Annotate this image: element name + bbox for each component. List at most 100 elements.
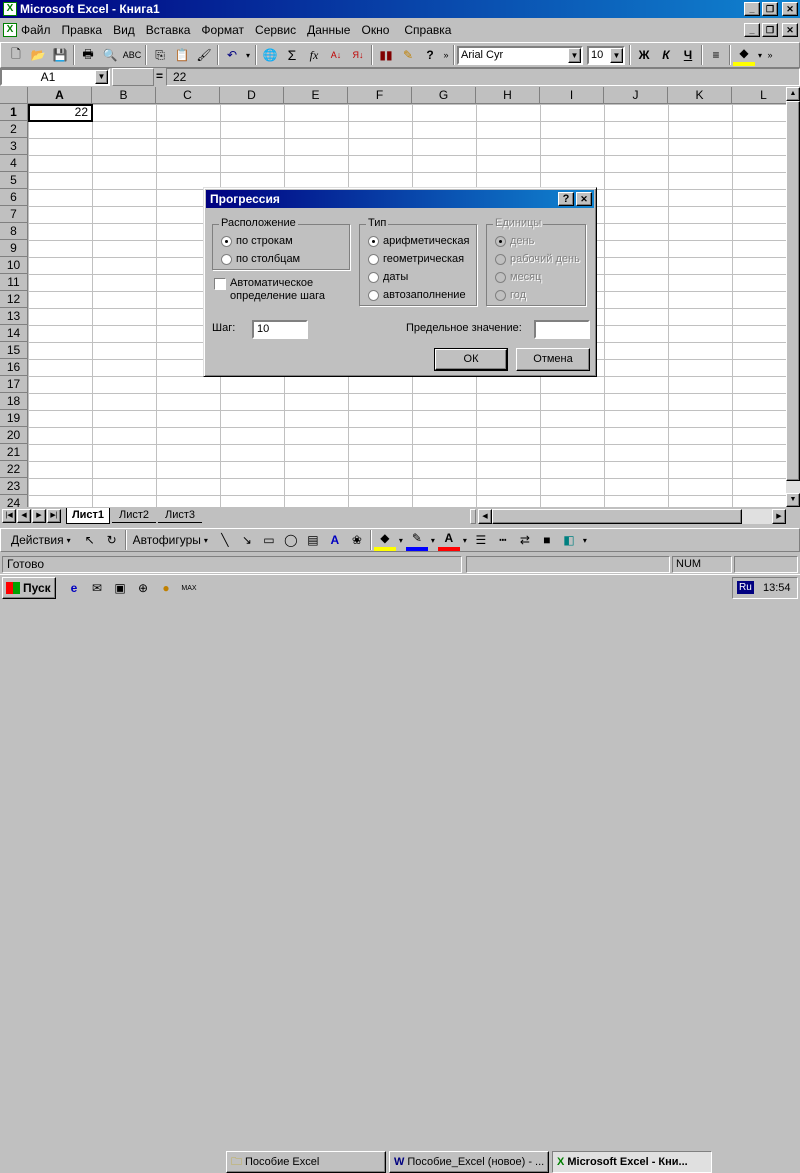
task-excel-active[interactable]: X Microsoft Excel - Кни... bbox=[552, 1151, 712, 1173]
outlook-icon[interactable]: ✉ bbox=[87, 579, 107, 597]
undo-dropdown-icon[interactable]: ▾ bbox=[243, 44, 253, 66]
align-left-icon[interactable]: ≡ bbox=[705, 44, 727, 66]
row-header-20[interactable]: 20 bbox=[0, 427, 28, 444]
chevron-down-icon[interactable]: ▼ bbox=[95, 70, 108, 84]
geometric-option[interactable]: геометрическая bbox=[368, 253, 464, 265]
sheet-tab-3[interactable]: Лист3 bbox=[158, 508, 202, 523]
media-icon[interactable]: ● bbox=[156, 579, 176, 597]
row-header-16[interactable]: 16 bbox=[0, 359, 28, 376]
column-header-d[interactable]: D bbox=[220, 87, 284, 104]
row-header-9[interactable]: 9 bbox=[0, 240, 28, 257]
ok-button-face[interactable]: ОК bbox=[435, 349, 507, 370]
doc-minimize-icon[interactable]: _ bbox=[744, 23, 760, 37]
print-preview-icon[interactable]: 🔍 bbox=[99, 44, 121, 66]
chevron-down-icon[interactable]: ▾ bbox=[396, 529, 406, 551]
bold-button[interactable]: Ж bbox=[633, 44, 655, 66]
select-all-corner[interactable] bbox=[0, 87, 28, 104]
last-sheet-icon[interactable]: ▶| bbox=[47, 509, 61, 523]
open-icon[interactable]: 📂 bbox=[27, 44, 49, 66]
radio-unchecked[interactable] bbox=[368, 289, 379, 301]
horizontal-scrollbar[interactable]: ◀ ▶ bbox=[478, 509, 786, 524]
underline-button[interactable]: Ч bbox=[677, 44, 699, 66]
actions-menu[interactable]: Действия bbox=[11, 533, 64, 547]
arithmetic-option[interactable]: арифметическая bbox=[368, 235, 469, 247]
row-header-18[interactable]: 18 bbox=[0, 393, 28, 410]
format-painter-icon[interactable]: 🖌 bbox=[193, 44, 215, 66]
print-icon[interactable]: 🖶 bbox=[77, 44, 99, 66]
clipart-icon[interactable]: ❀ bbox=[346, 529, 368, 551]
cancel-button[interactable]: Отмена bbox=[516, 348, 590, 371]
row-header-7[interactable]: 7 bbox=[0, 206, 28, 223]
new-icon[interactable]: 🗋 bbox=[5, 44, 27, 66]
desktop-icon[interactable]: ▣ bbox=[110, 579, 130, 597]
row-header-21[interactable]: 21 bbox=[0, 444, 28, 461]
chevron-down-icon[interactable]: ▾ bbox=[67, 536, 71, 545]
oval-icon[interactable]: ◯ bbox=[280, 529, 302, 551]
dash-style-icon[interactable]: ┅ bbox=[492, 529, 514, 551]
column-header-i[interactable]: I bbox=[540, 87, 604, 104]
fill-color-dropdown-icon[interactable]: ▾ bbox=[755, 44, 765, 66]
save-icon[interactable]: 💾 bbox=[49, 44, 71, 66]
row-header-8[interactable]: 8 bbox=[0, 223, 28, 240]
active-cell-a1[interactable]: 22 bbox=[28, 104, 93, 122]
fill-color-icon[interactable]: ◆ bbox=[373, 529, 396, 551]
scroll-right-icon[interactable]: ▶ bbox=[772, 509, 786, 524]
menu-format[interactable]: Формат bbox=[201, 23, 244, 37]
next-sheet-icon[interactable]: ▶ bbox=[32, 509, 46, 523]
font-name-select[interactable]: Arial Cyr ▼ bbox=[457, 45, 583, 65]
column-header-f[interactable]: F bbox=[348, 87, 412, 104]
auto-step-label[interactable]: Автоматическое определение шага bbox=[230, 277, 325, 303]
task-folder[interactable]: 🗀 Пособие Excel bbox=[226, 1151, 386, 1173]
row-header-5[interactable]: 5 bbox=[0, 172, 28, 189]
chevron-down-icon[interactable]: ▾ bbox=[204, 536, 208, 545]
hyperlink-icon[interactable]: 🌐 bbox=[259, 44, 281, 66]
dialog-title-bar[interactable]: Прогрессия ? ✕ bbox=[206, 190, 594, 208]
clock[interactable]: 13:54 bbox=[763, 582, 791, 594]
row-header-6[interactable]: 6 bbox=[0, 189, 28, 206]
row-header-1[interactable]: 1 bbox=[0, 104, 28, 121]
task-word[interactable]: W Пособие_Excel (новое) - ... bbox=[389, 1151, 549, 1173]
shadow-icon[interactable]: ■ bbox=[536, 529, 558, 551]
radio-unchecked[interactable] bbox=[221, 253, 232, 265]
chevron-down-icon[interactable]: ▼ bbox=[568, 47, 581, 63]
equals-button[interactable]: = bbox=[156, 69, 166, 83]
paste-icon[interactable]: 📋 bbox=[171, 44, 193, 66]
radio-unchecked[interactable] bbox=[368, 271, 379, 283]
auto-step-checkbox[interactable] bbox=[214, 278, 226, 290]
line-color-icon[interactable]: ✎ bbox=[405, 529, 428, 551]
more-buttons-icon[interactable]: » bbox=[441, 44, 451, 66]
row-header-17[interactable]: 17 bbox=[0, 376, 28, 393]
language-indicator[interactable]: Ru bbox=[737, 581, 754, 594]
scroll-thumb-h[interactable] bbox=[492, 509, 742, 524]
scroll-thumb[interactable] bbox=[786, 101, 800, 481]
menu-edit[interactable]: Правка bbox=[62, 23, 103, 37]
ie-icon[interactable]: e bbox=[64, 579, 84, 597]
ok-button[interactable]: ОК bbox=[434, 348, 508, 371]
line-icon[interactable]: ╲ bbox=[214, 529, 236, 551]
chevron-down-icon[interactable]: ▾ bbox=[460, 529, 470, 551]
row-header-14[interactable]: 14 bbox=[0, 325, 28, 342]
radio-checked[interactable] bbox=[368, 235, 379, 247]
first-sheet-icon[interactable]: |◀ bbox=[2, 509, 16, 523]
3d-icon[interactable]: ◧ bbox=[558, 529, 580, 551]
row-header-15[interactable]: 15 bbox=[0, 342, 28, 359]
row-header-12[interactable]: 12 bbox=[0, 291, 28, 308]
function-icon[interactable]: fx bbox=[303, 44, 325, 66]
row-header-13[interactable]: 13 bbox=[0, 308, 28, 325]
autoshapes-menu[interactable]: Автофигуры bbox=[133, 533, 201, 547]
prev-sheet-icon[interactable]: ◀ bbox=[17, 509, 31, 523]
row-header-23[interactable]: 23 bbox=[0, 478, 28, 495]
restore-icon[interactable]: ❐ bbox=[762, 2, 778, 16]
column-header-k[interactable]: K bbox=[668, 87, 732, 104]
column-header-l[interactable]: L bbox=[732, 87, 786, 104]
undo-icon[interactable]: ↶ bbox=[221, 44, 243, 66]
row-header-2[interactable]: 2 bbox=[0, 121, 28, 138]
italic-button[interactable]: К bbox=[655, 44, 677, 66]
chart-wizard-icon[interactable]: ▮▮ bbox=[375, 44, 397, 66]
column-header-a[interactable]: A bbox=[28, 87, 92, 104]
scroll-down-icon[interactable]: ▼ bbox=[786, 493, 800, 507]
menu-view[interactable]: Вид bbox=[113, 23, 135, 37]
chevron-down-icon[interactable]: ▾ bbox=[428, 529, 438, 551]
chevron-down-icon[interactable]: ▾ bbox=[580, 529, 590, 551]
sort-descending-icon[interactable]: Я↓ bbox=[347, 44, 369, 66]
